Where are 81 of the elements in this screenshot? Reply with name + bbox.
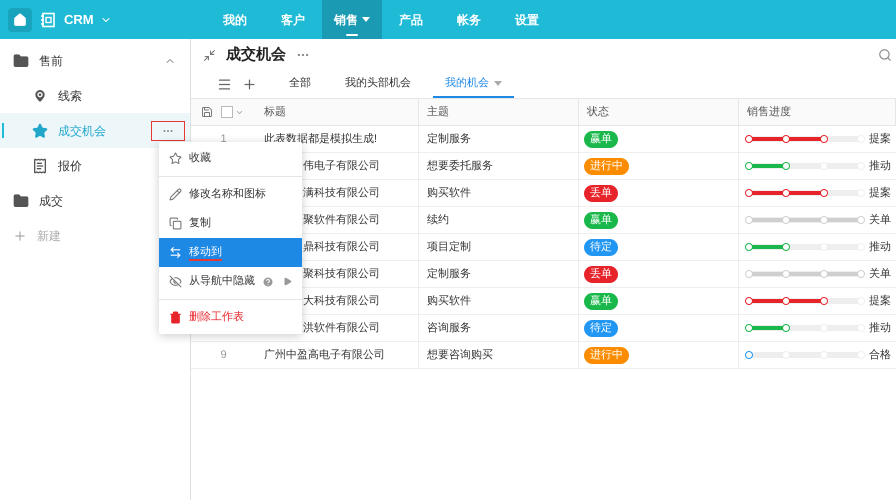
folder-label: 售前 xyxy=(39,52,63,70)
status-badge: 待定 xyxy=(584,320,618,336)
app-name: CRM xyxy=(64,10,94,29)
help-icon[interactable] xyxy=(262,276,274,288)
table-cell-text: 续约 xyxy=(427,212,449,228)
add-icon[interactable] xyxy=(242,77,257,92)
status-badge: 丢单 xyxy=(584,266,618,282)
table-cell-text: 定制服务 xyxy=(427,132,471,147)
status-badge: 进行中 xyxy=(584,158,629,174)
menu-item[interactable]: 删除工作表 xyxy=(159,303,302,332)
folder-icon xyxy=(13,52,29,68)
sidebar-folder[interactable]: 售前 xyxy=(0,43,190,78)
column-header[interactable]: 销售进度 xyxy=(739,99,896,125)
status-badge: 进行中 xyxy=(584,346,629,364)
status-badge: 赢单 xyxy=(584,292,618,310)
stage-label: 推动 xyxy=(869,240,891,255)
stage-label: 关单 xyxy=(869,212,891,228)
receipt-icon xyxy=(32,158,48,174)
collapse-icon[interactable] xyxy=(203,48,216,62)
table-cell-text: 想要委托服务 xyxy=(427,158,493,174)
item-label: 报价 xyxy=(58,158,82,174)
table-cell-text: 咨询服务 xyxy=(427,320,471,336)
hidden-eye-icon xyxy=(169,275,182,288)
pencil-icon xyxy=(169,188,182,201)
location-pin-icon xyxy=(32,88,48,104)
folder-icon xyxy=(13,192,29,208)
copy-icon xyxy=(169,217,182,230)
stage-label: 提案 xyxy=(869,186,891,201)
table-cell-text: 鼎科技有限公司 xyxy=(303,240,380,255)
table-cell-text: 购买软件 xyxy=(427,186,471,201)
search-icon[interactable] xyxy=(878,48,892,62)
status-badge: 待定 xyxy=(584,238,618,256)
table-cell-text: 大科技有限公司 xyxy=(303,294,380,309)
column-header[interactable]: 标题 xyxy=(256,99,419,125)
row-number: 9 xyxy=(220,348,227,363)
caret-icon xyxy=(494,81,502,86)
menu-item[interactable]: 从导航中隐藏 xyxy=(159,267,302,296)
menu-item[interactable]: 移动到 xyxy=(159,238,302,267)
status-badge: 赢单 xyxy=(584,130,618,148)
row-number: 1 xyxy=(220,132,227,147)
more-button[interactable] xyxy=(151,120,185,140)
item-label: 线索 xyxy=(58,88,82,104)
select-all-checkbox[interactable] xyxy=(221,106,233,118)
column-header[interactable]: 状态 xyxy=(579,99,739,125)
table-cell-text: 购买软件 xyxy=(427,294,471,309)
table-cell-text: 满科技有限公司 xyxy=(303,186,380,201)
stage-label: 提案 xyxy=(869,132,891,147)
app-logo-icon xyxy=(40,12,56,28)
view-tab[interactable]: 我的头部机会 xyxy=(333,71,423,98)
table-cell-text: 想要咨询购买 xyxy=(427,348,493,363)
submenu-arrow-icon xyxy=(283,277,292,286)
table-cell-text: 伟电子有限公司 xyxy=(303,158,380,174)
table-cell-text: 聚软件有限公司 xyxy=(303,212,380,228)
menu-icon[interactable] xyxy=(217,77,232,92)
stage-label: 推动 xyxy=(869,158,891,174)
save-icon[interactable] xyxy=(201,106,213,118)
star-icon xyxy=(169,152,182,165)
plus-icon xyxy=(13,228,27,242)
home-button[interactable] xyxy=(8,8,32,32)
home-icon xyxy=(13,12,27,26)
swap-arrows-icon xyxy=(169,246,182,259)
table-cell-text: 项目定制 xyxy=(427,240,471,255)
status-badge: 赢单 xyxy=(584,212,618,228)
stage-label: 推动 xyxy=(869,320,891,336)
trash-icon xyxy=(169,311,182,324)
table-cell-text: 广州中盈高电子有限公司 xyxy=(264,348,385,363)
stage-label: 关单 xyxy=(869,266,891,282)
table-cell-text: 聚科技有限公司 xyxy=(303,266,380,282)
sidebar-item[interactable]: 线索 xyxy=(0,78,190,113)
stage-label: 合格 xyxy=(869,348,891,363)
view-tab[interactable]: 全部 xyxy=(277,71,323,98)
status-badge: 丢单 xyxy=(584,184,618,202)
stage-label: 提案 xyxy=(869,294,891,309)
folder-label: 成交 xyxy=(39,192,63,210)
item-label: 成交机会 xyxy=(58,122,106,140)
column-header[interactable]: 主题 xyxy=(419,99,579,125)
caret-icon xyxy=(362,17,370,22)
table-cell-text: 洪软件有限公司 xyxy=(303,320,380,336)
table-cell-text: 定制服务 xyxy=(427,266,471,282)
star-icon xyxy=(32,122,48,138)
view-title: 成交机会 xyxy=(226,44,286,65)
